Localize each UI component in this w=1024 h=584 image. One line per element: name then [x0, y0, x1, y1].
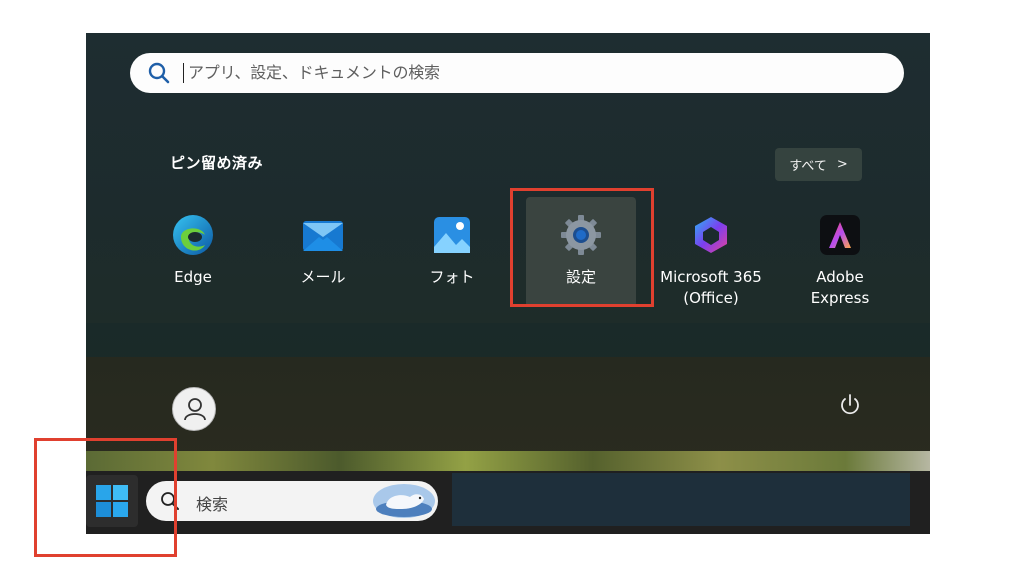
settings-gear-icon: [561, 215, 601, 255]
user-avatar[interactable]: [172, 387, 216, 431]
pinned-app-microsoft-365[interactable]: Microsoft 365 (Office): [656, 203, 766, 309]
all-apps-label: すべて: [789, 159, 827, 174]
start-menu-footer: [86, 357, 930, 465]
taskbar-search-box[interactable]: 検索: [146, 481, 438, 521]
pinned-app-settings[interactable]: 設定: [526, 197, 636, 307]
all-apps-button[interactable]: すべて >: [775, 148, 862, 181]
desktop-screen: アプリ、設定、ドキュメントの検索 ピン留め済み すべて > Edge メール フ…: [86, 33, 930, 534]
pinned-section-title: ピン留め済み: [170, 154, 264, 172]
microsoft-365-icon: [695, 217, 727, 253]
start-menu-main: アプリ、設定、ドキュメントの検索 ピン留め済み すべて > Edge メール フ…: [86, 33, 930, 323]
search-icon: [161, 492, 179, 510]
search-placeholder: アプリ、設定、ドキュメントの検索: [188, 63, 440, 82]
photos-icon: [434, 217, 470, 253]
pinned-app-mail[interactable]: メール: [268, 203, 378, 288]
start-search-box[interactable]: アプリ、設定、ドキュメントの検索: [130, 53, 904, 93]
app-label: Edge: [174, 268, 212, 286]
taskbar-app-area: [452, 473, 910, 526]
app-label: フォト: [429, 268, 475, 286]
start-menu: アプリ、設定、ドキュメントの検索 ピン留め済み すべて > Edge メール フ…: [86, 33, 930, 465]
taskbar: 検索: [86, 471, 930, 534]
search-icon: [148, 62, 170, 84]
text-caret: [183, 63, 184, 83]
app-label: 設定: [565, 268, 596, 286]
app-label-line1: Microsoft 365: [660, 268, 762, 286]
mail-icon: [303, 221, 343, 251]
taskbar-search-placeholder: 検索: [196, 495, 229, 514]
user-icon: [184, 398, 206, 421]
start-button[interactable]: [86, 475, 138, 527]
app-label: Adobe Express: [810, 268, 870, 307]
pinned-app-edge[interactable]: Edge: [138, 203, 248, 288]
pinned-app-photos[interactable]: フォト: [397, 203, 507, 288]
app-label-line2: (Office): [683, 289, 739, 307]
edge-icon: [173, 215, 213, 255]
pinned-app-adobe-express[interactable]: Adobe Express: [785, 203, 895, 309]
adobe-express-icon: [820, 215, 860, 255]
windows-logo-icon: [96, 485, 128, 517]
search-highlight-arctic-fox-icon: [373, 484, 435, 518]
chevron-right-icon: >: [836, 157, 848, 172]
desktop-wallpaper: [86, 451, 930, 471]
app-label: メール: [300, 268, 346, 286]
power-icon[interactable]: [837, 392, 863, 418]
